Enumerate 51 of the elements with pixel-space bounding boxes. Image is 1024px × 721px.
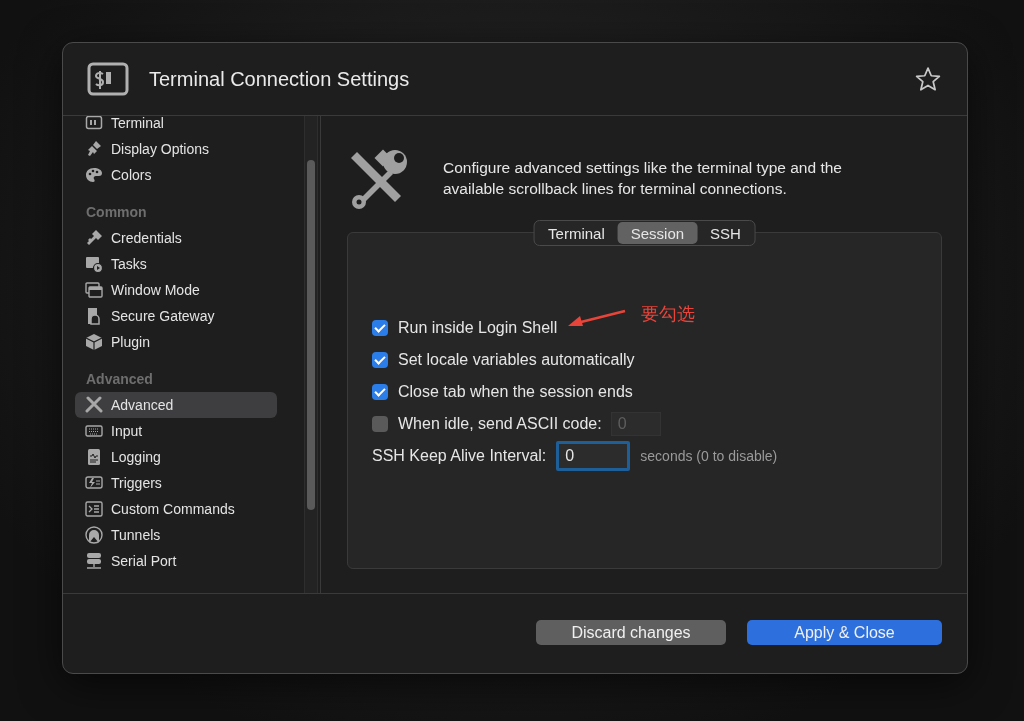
section-heading: Common	[85, 204, 148, 222]
sidebar-item[interactable]: Window Mode	[75, 277, 277, 303]
box-icon	[85, 333, 103, 351]
sidebar-item[interactable]: Tasks	[75, 251, 277, 277]
checkbox-label: Run inside Login Shell	[398, 319, 558, 337]
tab[interactable]: SSH	[697, 222, 754, 244]
checkbox-label: Close tab when the session ends	[398, 383, 633, 401]
keyboard-icon	[85, 422, 103, 440]
document-icon	[85, 448, 103, 466]
annotation-text: 要勾选	[641, 303, 696, 326]
checkbox-label: When idle, send ASCII code:	[398, 415, 602, 433]
key-icon	[85, 229, 103, 247]
checkbox-label: Set locale variables automatically	[398, 351, 635, 369]
section-heading: Advanced	[85, 371, 154, 389]
checkbox[interactable]	[372, 352, 388, 368]
window-title: Terminal Connection Settings	[149, 67, 411, 91]
description-text: Configure advanced settings like the terminal type and the available scrollback lines for terminal connections.	[443, 158, 843, 199]
scrollbar-thumb[interactable]	[307, 160, 315, 510]
sidebar-item[interactable]: Plugin	[75, 329, 277, 355]
discard-button[interactable]: Discard changes	[536, 620, 726, 645]
gateway-icon	[85, 307, 103, 325]
checkbox[interactable]	[372, 416, 388, 432]
palette-icon	[85, 166, 103, 184]
checkbox[interactable]	[372, 320, 388, 336]
sidebar-item[interactable]: Display Options	[75, 136, 277, 162]
prompt-icon	[85, 500, 103, 518]
checkbox[interactable]	[372, 384, 388, 400]
sidebar-item[interactable]: Triggers	[75, 470, 277, 496]
tab[interactable]: Session	[617, 222, 698, 244]
keep-alive-field[interactable]: 0	[556, 441, 631, 471]
sidebar-item[interactable]: Secure Gateway	[75, 303, 277, 329]
keep-alive-hint: seconds (0 to disable)	[640, 448, 778, 464]
sidebar-item[interactable]: Serial Port	[75, 548, 277, 574]
sidebar-item[interactable]: Logging	[75, 444, 277, 470]
server-icon	[85, 552, 103, 570]
sidebar-item[interactable]: Terminal	[75, 116, 277, 136]
tunnel-icon	[85, 526, 103, 544]
sidebar-item[interactable]: Advanced	[75, 392, 277, 418]
sidebar-item[interactable]: Input	[75, 418, 277, 444]
sidebar-item[interactable]: Colors	[75, 162, 277, 188]
window-icon	[85, 281, 103, 299]
apply-button[interactable]: Apply & Close	[747, 620, 942, 645]
sidebar-item[interactable]: Custom Commands	[75, 496, 277, 522]
sidebar-item[interactable]: Tunnels	[75, 522, 277, 548]
sidebar-item[interactable]: Credentials	[75, 225, 277, 251]
star-icon[interactable]	[915, 66, 941, 92]
tasks-icon	[85, 255, 103, 273]
brush-icon	[85, 140, 103, 158]
keep-alive-label: SSH Keep Alive Interval:	[372, 447, 547, 465]
bolt-icon	[85, 474, 103, 492]
tab[interactable]: Terminal	[535, 222, 618, 244]
